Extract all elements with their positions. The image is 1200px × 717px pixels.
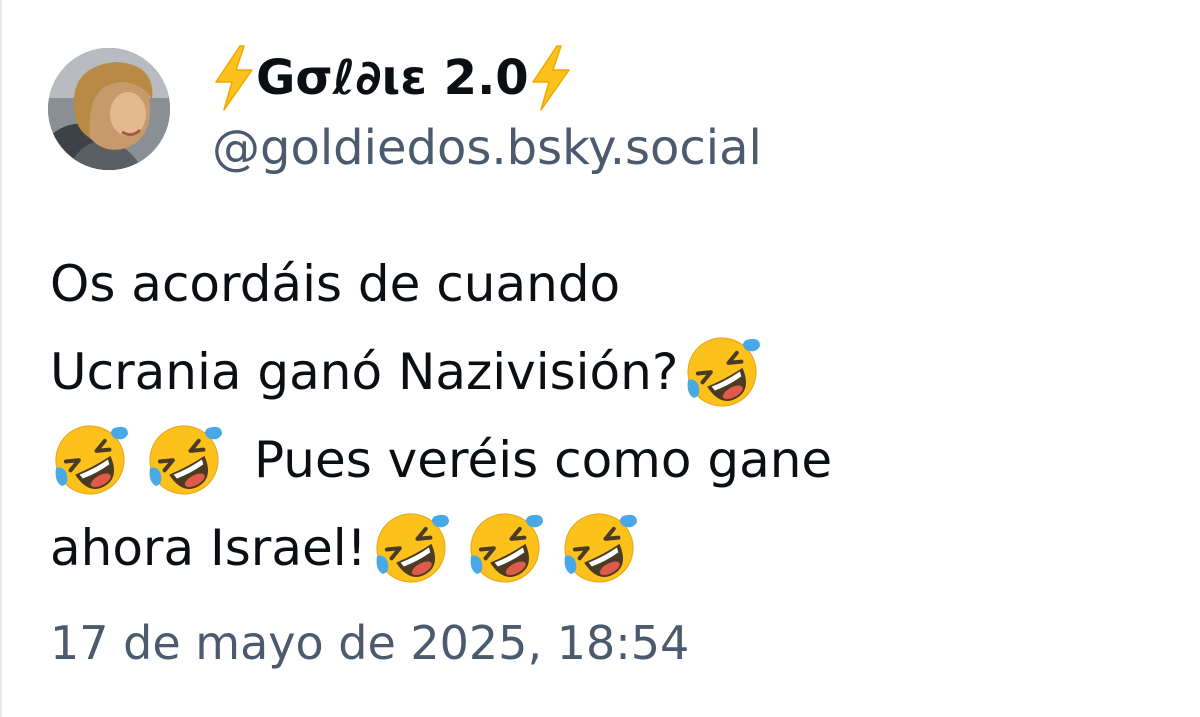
rolling-on-floor-laughing-emoji-icon: [371, 508, 451, 588]
post-text-line: Ucrania ganó Nazivisión?: [50, 328, 1170, 416]
post-timestamp[interactable]: 17 de mayo de 2025, 18:54: [50, 616, 689, 670]
post-header: Gσℓ∂ιε 2.0 @goldiedos.bsky.social: [212, 34, 762, 178]
rolling-on-floor-laughing-emoji-icon: [559, 508, 639, 588]
high-voltage-icon: [529, 44, 573, 112]
post-text-segment: ahora Israel!: [50, 519, 367, 577]
avatar[interactable]: [48, 48, 170, 170]
post-text: Os acordáis de cuando Ucrania ganó Naziv…: [50, 240, 1170, 592]
post-text-segment: Os acordáis de cuando: [50, 255, 621, 313]
card-border: [0, 0, 2, 717]
post-text-line: ahora Israel!: [50, 504, 1170, 592]
high-voltage-icon: [212, 44, 256, 112]
post-card: Gσℓ∂ιε 2.0 @goldiedos.bsky.social Os aco…: [0, 0, 1200, 717]
author-display-name[interactable]: Gσℓ∂ιε 2.0: [212, 34, 762, 122]
post-text-segment: Ucrania ganó Nazivisión?: [50, 343, 679, 401]
rolling-on-floor-laughing-emoji-icon: [682, 332, 762, 412]
rolling-on-floor-laughing-emoji-icon: [465, 508, 545, 588]
post-text-line: Os acordáis de cuando: [50, 240, 1170, 328]
rolling-on-floor-laughing-emoji-icon: [144, 420, 224, 500]
post-text-line: Pues veréis como gane: [50, 416, 1170, 504]
rolling-on-floor-laughing-emoji-icon: [50, 420, 130, 500]
post-text-segment: Pues veréis como gane: [254, 431, 833, 489]
author-handle[interactable]: @goldiedos.bsky.social: [212, 118, 762, 178]
display-name-text: Gσℓ∂ιε 2.0: [256, 50, 529, 106]
